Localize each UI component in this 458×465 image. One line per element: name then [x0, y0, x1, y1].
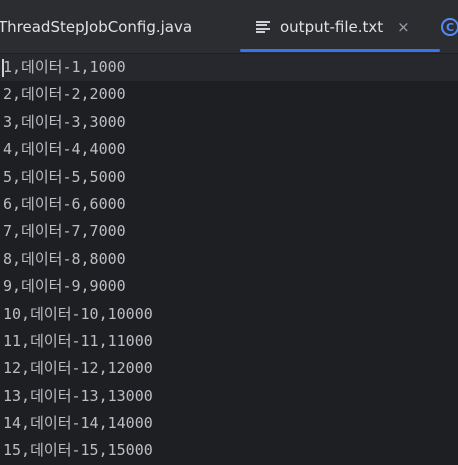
tab-label: ThreadStepJobConfig.java [0, 18, 193, 36]
close-icon[interactable]: × [397, 19, 410, 35]
text-caret [2, 59, 4, 77]
class-icon[interactable]: C [441, 18, 458, 36]
code-line: 11,데이터-11,11000 [3, 331, 153, 350]
code-line: 5,데이터-5,5000 [3, 167, 126, 186]
tab-label: output-file.txt [280, 18, 384, 36]
text-file-icon [256, 21, 270, 33]
code-line: 7,데이터-7,7000 [3, 222, 126, 241]
code-line: 6,데이터-6,6000 [3, 194, 126, 213]
code-line: 8,데이터-8,8000 [3, 249, 126, 268]
code-line: 15,데이터-15,15000 [3, 441, 153, 460]
code-line: 3,데이터-3,3000 [3, 112, 126, 131]
code-line: 4,데이터-4,4000 [3, 140, 126, 159]
code-line: 14,데이터-14,14000 [3, 414, 153, 433]
tab-threadstepjobconfig[interactable]: ThreadStepJobConfig.java [0, 0, 192, 54]
editor-lines: 1,데이터-1,1000 2,데이터-2,2000 3,데이터-3,3000 4,데이… [3, 54, 153, 465]
active-tab-indicator [240, 49, 440, 52]
code-line: 2,데이터-2,2000 [3, 85, 126, 104]
tab-output-file[interactable]: output-file.txt × [240, 0, 440, 54]
editor-tab-bar: ThreadStepJobConfig.java output-file.txt… [0, 0, 458, 54]
code-line: 10,데이터-10,10000 [3, 304, 153, 323]
code-line: 12,데이터-12,12000 [3, 359, 153, 378]
code-line: 1,데이터-1,1000 [3, 58, 126, 76]
text-editor[interactable]: 1,데이터-1,1000 2,데이터-2,2000 3,데이터-3,3000 4,데이… [0, 54, 458, 459]
code-line: 9,데이터-9,9000 [3, 277, 126, 296]
code-line: 13,데이터-13,13000 [3, 386, 153, 405]
